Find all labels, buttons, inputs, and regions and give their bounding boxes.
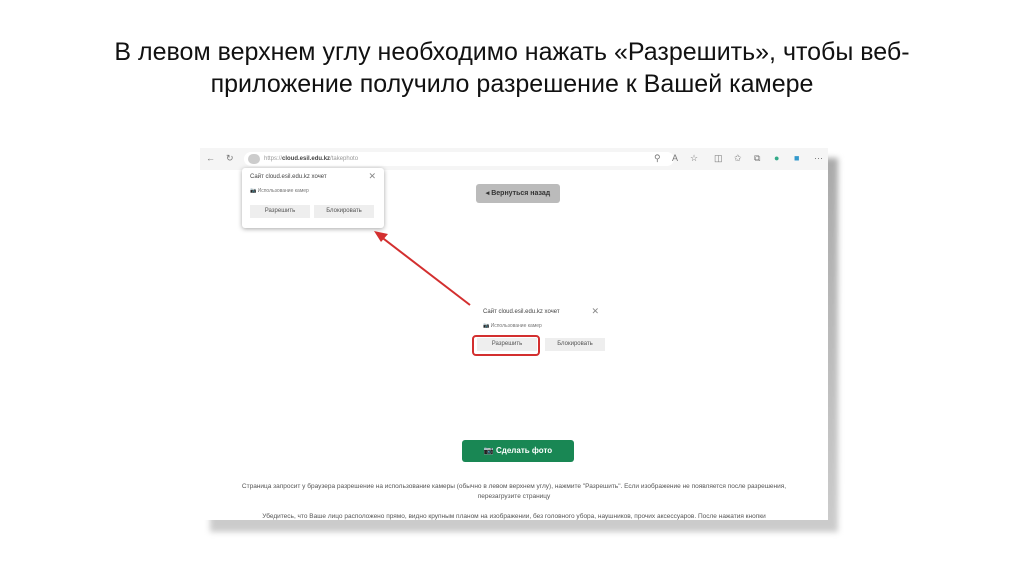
arrow-line	[379, 235, 471, 306]
pointer-arrow	[374, 231, 471, 306]
